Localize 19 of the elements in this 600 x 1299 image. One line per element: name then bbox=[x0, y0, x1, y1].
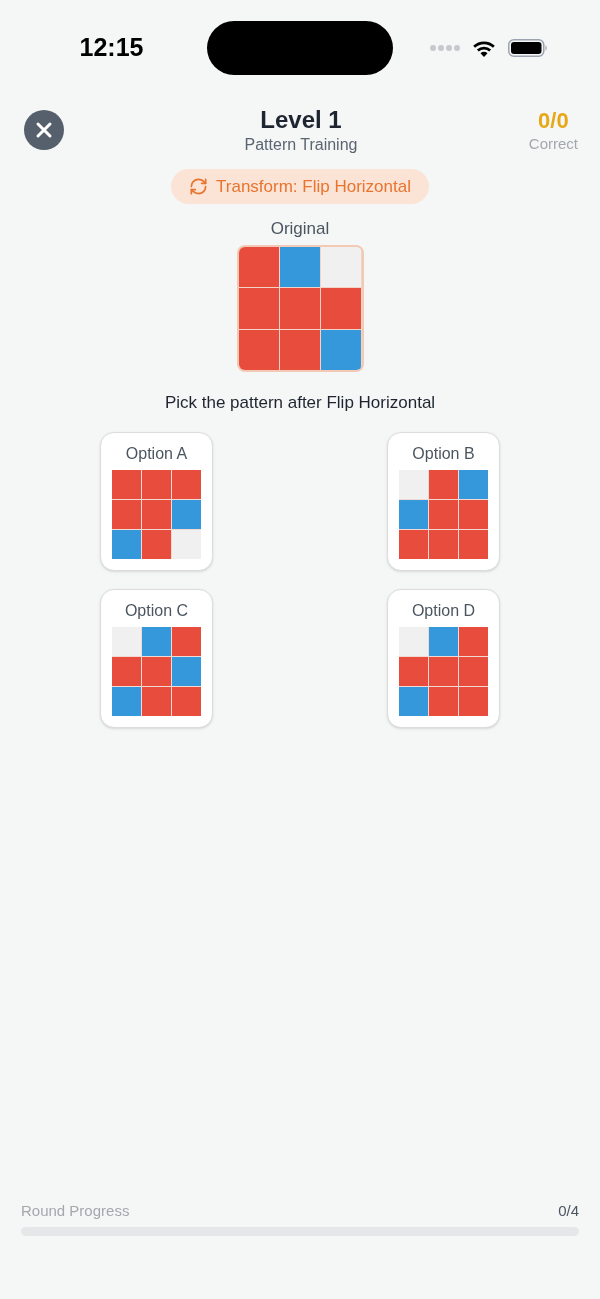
close-button[interactable] bbox=[24, 110, 64, 150]
wifi-icon bbox=[472, 39, 496, 57]
score-value: 0/0 bbox=[538, 107, 569, 135]
transform-label: Transform: Flip Horizontal bbox=[216, 175, 411, 198]
option-card[interactable]: Option C bbox=[100, 589, 213, 728]
progress-count: 0/4 bbox=[558, 1201, 579, 1221]
level-title: Level 1 bbox=[260, 105, 342, 135]
refresh-icon bbox=[189, 177, 209, 196]
level-subtitle: Pattern Training bbox=[244, 135, 358, 155]
option-card[interactable]: Option B bbox=[387, 432, 500, 571]
original-label: Original bbox=[270, 218, 330, 240]
score-label: Correct bbox=[528, 135, 578, 153]
prompt-text: Pick the pattern after Flip Horizontal bbox=[164, 392, 436, 414]
battery-icon bbox=[508, 39, 548, 57]
progress-label: Round Progress bbox=[21, 1201, 130, 1221]
status-time: 12:15 bbox=[78, 32, 145, 64]
option-card[interactable]: Option A bbox=[100, 432, 213, 571]
signal-icon bbox=[430, 45, 460, 51]
option-card[interactable]: Option D bbox=[387, 589, 500, 728]
